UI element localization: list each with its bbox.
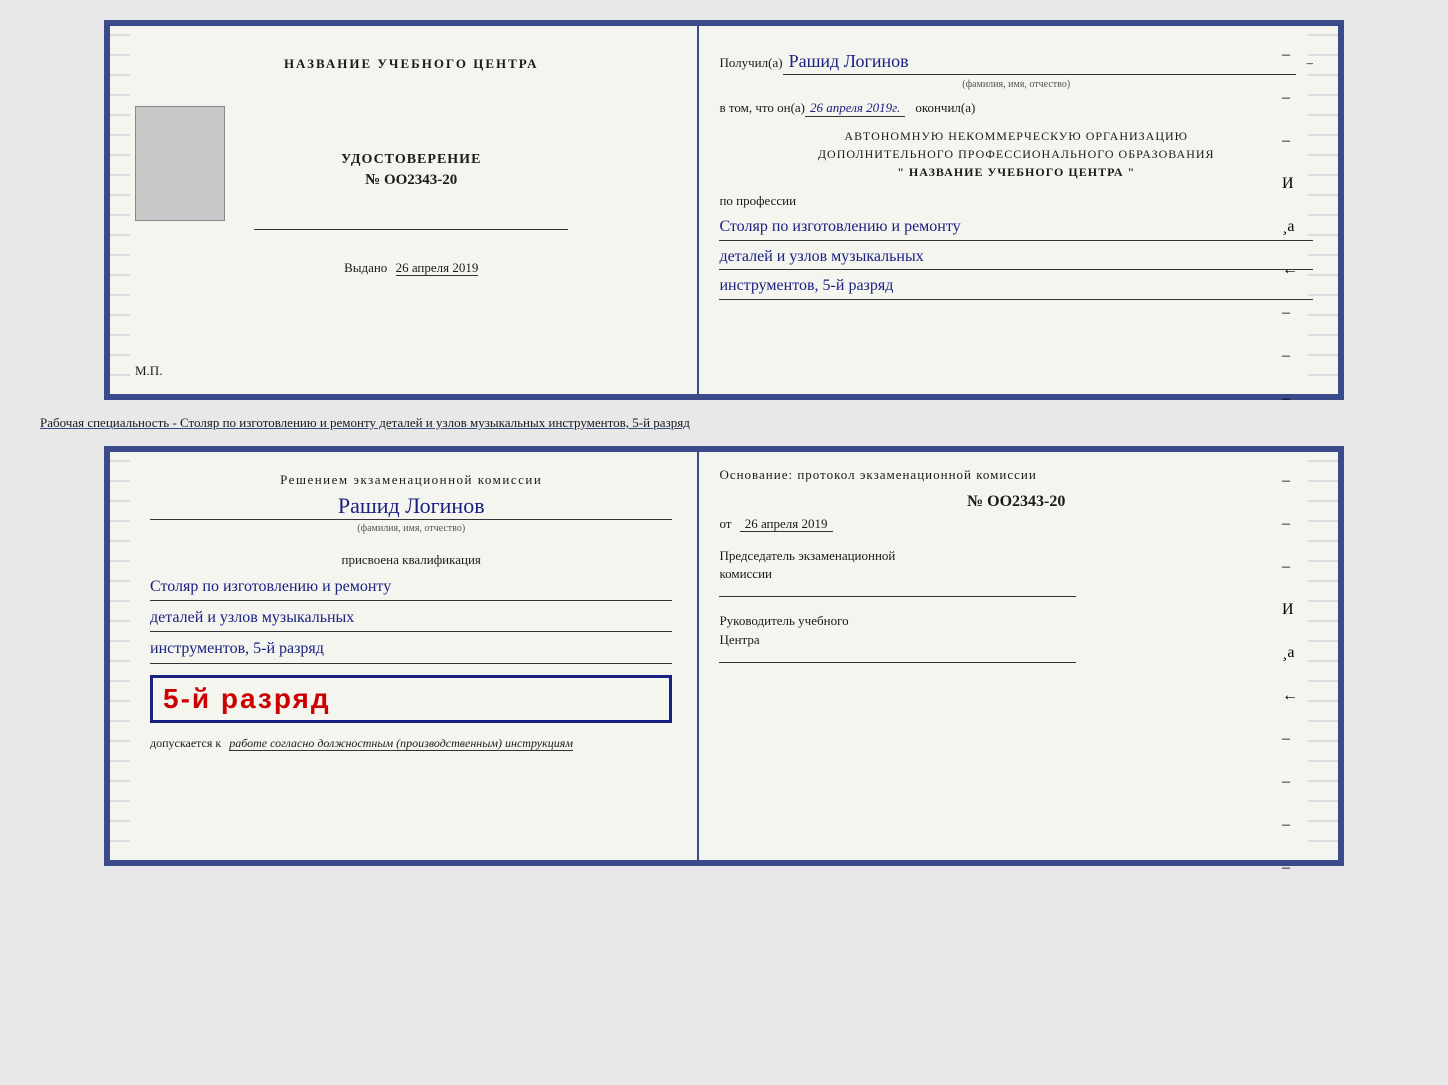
- fio-subtitle-bottom: (фамилия, имя, отчество): [150, 523, 672, 534]
- dopusk-instructions: работе согласно должностным (производств…: [229, 736, 573, 751]
- udostoverenie-block: УДОСТОВЕРЕНИЕ № OO2343-20: [341, 152, 481, 189]
- grade-text: 5-й разряд: [163, 683, 659, 715]
- bottom-doc-left: Решением экзаменационной комиссии Рашид …: [110, 452, 699, 860]
- predsedatel-line2: комиссии: [719, 565, 1313, 583]
- bottom-document: Решением экзаменационной комиссии Рашид …: [104, 446, 1344, 866]
- b-dash3: –: [1282, 558, 1298, 576]
- resheniem-text: Решением экзаменационной комиссии: [150, 472, 672, 488]
- vtom-row: в том, что он(а) 26 апреля 2019г. окончи…: [719, 100, 1313, 117]
- rukovoditel-line2: Центра: [719, 631, 1313, 649]
- letter-i: И: [1282, 175, 1298, 193]
- b-dash6: –: [1282, 816, 1298, 834]
- right-dashes: – – – И ¸а ← – – –: [1282, 46, 1298, 408]
- prisvoena-text: присвоена квалификация: [150, 552, 672, 568]
- bottom-left-stripe: [110, 452, 130, 860]
- top-doc-center-title: НАЗВАНИЕ УЧЕБНОГО ЦЕНТРА: [284, 56, 539, 72]
- bottom-doc-right: Основание: протокол экзаменационной коми…: [699, 452, 1338, 860]
- b-dash1: –: [1282, 472, 1298, 490]
- udostoverenie-title: УДОСТОВЕРЕНИЕ: [341, 152, 481, 168]
- predsedatel-line1: Председатель экзаменационной: [719, 547, 1313, 565]
- org-block: АВТОНОМНУЮ НЕКОММЕРЧЕСКУЮ ОРГАНИЗАЦИЮ ДО…: [719, 127, 1313, 181]
- recipient-name: Рашид Логинов: [783, 51, 1297, 75]
- grade-box: 5-й разряд: [150, 675, 672, 723]
- org-line2: ДОПОЛНИТЕЛЬНОГО ПРОФЕССИОНАЛЬНОГО ОБРАЗО…: [719, 145, 1313, 163]
- letter-a: ¸а: [1282, 218, 1298, 236]
- profession-line3: инструментов, 5-й разряд: [719, 273, 1313, 300]
- qual-line1: Столяр по изготовлению и ремонту: [150, 573, 672, 601]
- okonchil-label: окончил(а): [915, 100, 975, 116]
- dash5: –: [1282, 347, 1298, 365]
- b-letter-i: И: [1282, 601, 1298, 619]
- dash6: –: [1282, 390, 1298, 408]
- profession-line1: Столяр по изготовлению и ремонту: [719, 214, 1313, 241]
- vydano-date: 26 апреля 2019: [396, 260, 479, 276]
- vtom-date: 26 апреля 2019г.: [805, 100, 905, 117]
- vtom-label: в том, что он(а): [719, 100, 805, 116]
- rukovoditel-signature-line: [719, 662, 1075, 663]
- bottom-name: Рашид Логинов: [150, 493, 672, 520]
- between-label: Рабочая специальность - Столяр по изгото…: [40, 415, 1428, 431]
- dash-after-name: –: [1306, 55, 1313, 71]
- qual-line2: деталей и узлов музыкальных: [150, 604, 672, 632]
- poluchil-row: Получил(а) Рашид Логинов –: [719, 51, 1313, 75]
- fio-subtitle-top: (фамилия, имя, отчество): [719, 79, 1313, 90]
- top-doc-right-panel: Получил(а) Рашид Логинов – (фамилия, имя…: [699, 26, 1338, 394]
- poluchil-label: Получил(а): [719, 55, 782, 71]
- b-dash4: –: [1282, 730, 1298, 748]
- org-line1: АВТОНОМНУЮ НЕКОММЕРЧЕСКУЮ ОРГАНИЗАЦИЮ: [719, 127, 1313, 145]
- dopusk-prefix: допускается к: [150, 736, 221, 750]
- rukovoditel-line1: Руководитель учебного: [719, 612, 1313, 630]
- rukovoditel-text: Руководитель учебного Центра: [719, 612, 1313, 648]
- vydano-row: Выдано 26 апреля 2019: [344, 260, 478, 276]
- dopusk-row: допускается к работе согласно должностны…: [150, 736, 672, 751]
- vydano-label: Выдано: [344, 260, 387, 275]
- b-dash2: –: [1282, 515, 1298, 533]
- b-letter-a: ¸а: [1282, 644, 1298, 662]
- ot-date-value: 26 апреля 2019: [740, 516, 833, 532]
- b-dash7: –: [1282, 859, 1298, 877]
- photo-placeholder: [135, 106, 225, 221]
- top-document: НАЗВАНИЕ УЧЕБНОГО ЦЕНТРА УДОСТОВЕРЕНИЕ №…: [104, 20, 1344, 400]
- ot-label: от: [719, 516, 731, 531]
- b-dash5: –: [1282, 773, 1298, 791]
- dash4: –: [1282, 304, 1298, 322]
- bottom-right-dashes: – – – И ¸а ← – – – –: [1282, 472, 1298, 877]
- dash1: –: [1282, 46, 1298, 64]
- qual-line3: инструментов, 5-й разряд: [150, 635, 672, 663]
- mp-label: М.П.: [135, 363, 162, 379]
- signature-area-top: [254, 229, 567, 230]
- predsedatel-signature-line: [719, 596, 1075, 597]
- dash2: –: [1282, 89, 1298, 107]
- osnovanie-text: Основание: протокол экзаменационной коми…: [719, 467, 1313, 483]
- doc-number: № OO2343-20: [341, 172, 481, 189]
- org-line3: " НАЗВАНИЕ УЧЕБНОГО ЦЕНТРА ": [719, 163, 1313, 181]
- page-container: НАЗВАНИЕ УЧЕБНОГО ЦЕНТРА УДОСТОВЕРЕНИЕ №…: [20, 20, 1428, 866]
- protocol-number: № OO2343-20: [719, 493, 1313, 511]
- dash3: –: [1282, 132, 1298, 150]
- arrow-left: ←: [1282, 261, 1298, 279]
- ot-date-row: от 26 апреля 2019: [719, 516, 1313, 532]
- b-arrow: ←: [1282, 687, 1298, 705]
- profession-line2: деталей и узлов музыкальных: [719, 244, 1313, 271]
- top-doc-left-panel: НАЗВАНИЕ УЧЕБНОГО ЦЕНТРА УДОСТОВЕРЕНИЕ №…: [110, 26, 699, 394]
- predsedatel-text: Председатель экзаменационной комиссии: [719, 547, 1313, 583]
- po-professii-label: по профессии: [719, 193, 1313, 209]
